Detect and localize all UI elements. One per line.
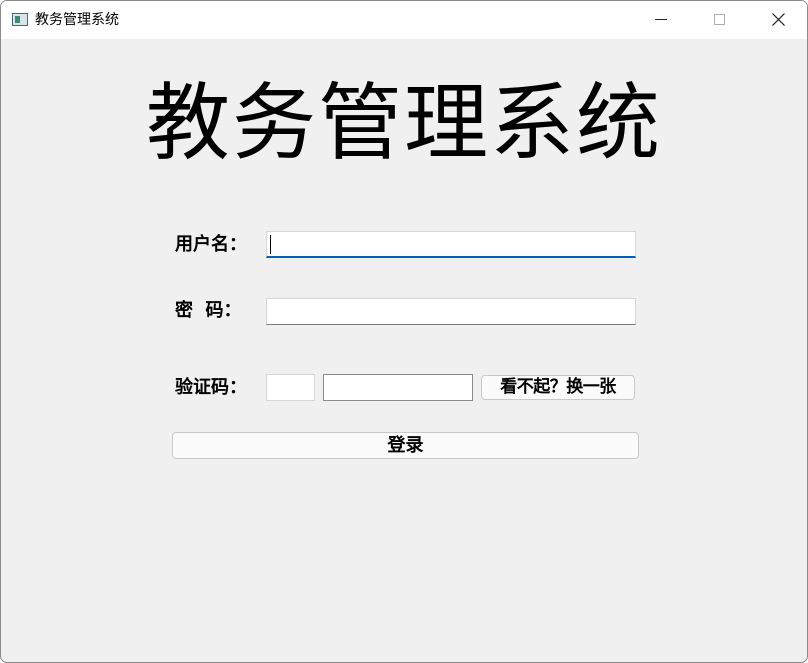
username-label: 用户名： — [175, 234, 247, 255]
maximize-button[interactable] — [690, 1, 748, 39]
close-icon — [772, 13, 785, 26]
captcha-label: 验证码： — [175, 377, 247, 398]
captcha-input[interactable] — [323, 374, 473, 401]
username-input[interactable] — [266, 231, 636, 258]
close-button[interactable] — [749, 1, 807, 39]
refresh-captcha-button[interactable]: 看不起？换一张 — [481, 375, 635, 400]
captcha-image[interactable] — [266, 374, 315, 401]
password-label: 密 码： — [175, 300, 242, 321]
maximize-icon — [714, 14, 725, 25]
minimize-button[interactable] — [631, 1, 689, 39]
login-button[interactable]: 登录 — [172, 432, 639, 459]
title-bar[interactable]: 教务管理系统 — [1, 1, 807, 39]
app-window-icon — [12, 13, 28, 26]
password-input[interactable] — [266, 298, 636, 325]
window-title: 教务管理系统 — [35, 12, 119, 28]
minimize-icon — [655, 19, 667, 20]
app-window: 教务管理系统 教务管理系统 用户名： 密 码： 验证码： 看不起？换一张 登录 — [0, 0, 808, 663]
text-caret — [270, 235, 271, 254]
page-heading: 教务管理系统 — [145, 74, 662, 172]
